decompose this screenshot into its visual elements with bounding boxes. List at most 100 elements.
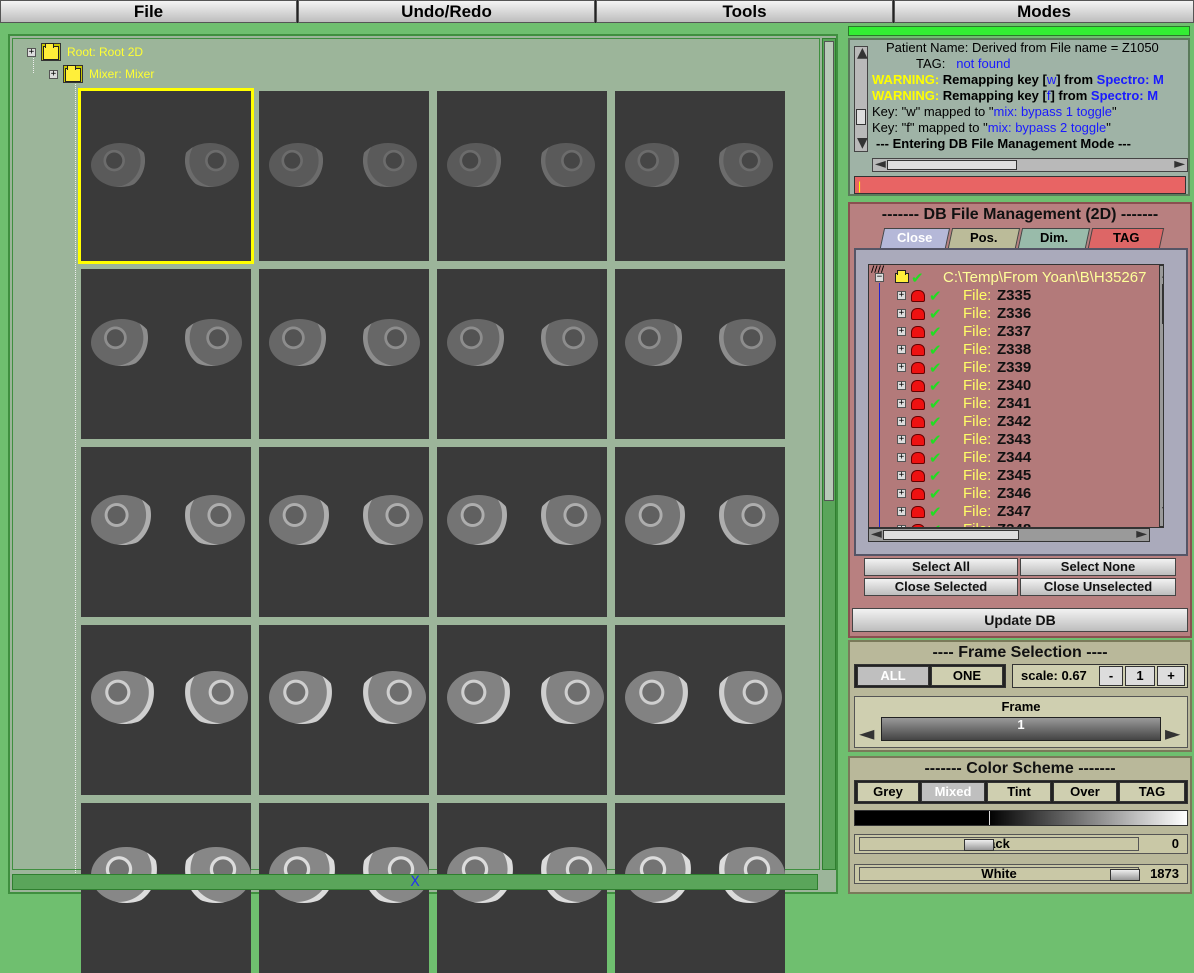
mri-slice-tile[interactable] [615, 91, 785, 261]
slider-thumb[interactable] [1110, 869, 1140, 881]
expand-icon[interactable]: + [897, 327, 906, 336]
file-row[interactable]: + ✔ File: Z341 [869, 395, 1157, 413]
tab-pos[interactable]: Pos. [947, 228, 1021, 248]
tree-root-label[interactable]: Root: Root 2D [67, 43, 143, 61]
mri-slice-tile[interactable] [78, 88, 254, 264]
mri-slice-tile[interactable] [81, 269, 251, 439]
scheme-tint-button[interactable]: Tint [987, 782, 1051, 802]
file-row[interactable]: +✔File:Z348 [869, 521, 1157, 527]
file-row[interactable]: + ✔ File: Z337 [869, 323, 1157, 341]
command-input[interactable]: | [854, 176, 1186, 194]
select-none-button[interactable]: Select None [1020, 558, 1176, 576]
scheme-mixed-button[interactable]: Mixed [921, 782, 985, 802]
menu-undo-redo[interactable]: Undo/Redo [298, 0, 595, 23]
expand-icon[interactable]: + [897, 507, 906, 516]
mri-slice-tile[interactable] [81, 625, 251, 795]
mri-slice-tile[interactable] [259, 269, 429, 439]
file-row[interactable]: + ✔ File: Z346 [869, 485, 1157, 503]
scroll-left-icon[interactable]: ◄ [871, 526, 882, 542]
mri-slice-tile[interactable] [437, 91, 607, 261]
scale-step-value[interactable]: 1 [1125, 666, 1155, 686]
expand-icon[interactable]: + [897, 489, 906, 498]
mri-slice-tile[interactable] [437, 269, 607, 439]
black-level-slider[interactable]: ack 0 [854, 834, 1188, 854]
scroll-down-icon[interactable]: ▼ [1162, 504, 1163, 520]
select-all-button[interactable]: Select All [864, 558, 1018, 576]
scrollbar-thumb[interactable] [883, 530, 1019, 540]
file-row[interactable]: + ✔ File: Z344 [869, 449, 1157, 467]
file-row[interactable]: + ✔ File: Z347 [869, 503, 1157, 521]
scheme-over-button[interactable]: Over [1053, 782, 1117, 802]
expand-icon[interactable]: + [897, 417, 906, 426]
scale-increase-button[interactable]: + [1157, 666, 1185, 686]
one-frame-button[interactable]: ONE [931, 666, 1003, 686]
white-level-slider[interactable]: White 1873 [854, 864, 1188, 884]
expand-icon[interactable]: + [897, 471, 906, 480]
menu-file[interactable]: File [0, 0, 297, 23]
file-tree-vertical-scrollbar[interactable]: ▲ ▼ [1159, 265, 1163, 527]
white-slider-track[interactable]: White [859, 867, 1140, 881]
tab-close[interactable]: Close [879, 228, 951, 248]
scroll-up-icon[interactable]: ▲ [1162, 265, 1163, 280]
scroll-up-icon[interactable]: ▲ [857, 45, 868, 61]
expand-icon[interactable]: + [897, 309, 906, 318]
close-unselected-button[interactable]: Close Unselected [1020, 578, 1176, 596]
expand-icon[interactable]: + [897, 435, 906, 444]
scrollbar-thumb[interactable] [1162, 284, 1163, 324]
all-frames-button[interactable]: ALL [857, 666, 929, 686]
mri-slice-tile[interactable] [615, 625, 785, 795]
menu-tools[interactable]: Tools [596, 0, 893, 23]
expand-icon[interactable]: + [897, 345, 906, 354]
file-row[interactable]: + ✔ File: Z342 [869, 413, 1157, 431]
log-vertical-scrollbar[interactable]: ▲ ▼ [854, 45, 868, 152]
scale-decrease-button[interactable]: - [1099, 666, 1123, 686]
expand-icon[interactable]: + [897, 363, 906, 372]
mri-slice-tile[interactable] [615, 447, 785, 617]
mri-slice-tile[interactable] [259, 447, 429, 617]
mri-slice-tile[interactable] [437, 447, 607, 617]
update-db-button[interactable]: Update DB [852, 608, 1188, 632]
black-slider-track[interactable]: ack [859, 837, 1139, 851]
vertical-scrollbar[interactable] [822, 38, 836, 870]
collapse-icon[interactable]: − [875, 273, 884, 282]
menu-modes[interactable]: Modes [894, 0, 1194, 23]
tab-tag[interactable]: TAG [1087, 228, 1165, 248]
file-row[interactable]: + ✔ File: Z345 [869, 467, 1157, 485]
scroll-down-icon[interactable]: ▼ [857, 135, 868, 151]
file-row[interactable]: + ✔ File: Z335 [869, 287, 1157, 305]
file-row[interactable]: + ✔ File: Z339 [869, 359, 1157, 377]
mri-slice-tile[interactable] [259, 625, 429, 795]
log-horizontal-scrollbar[interactable]: ◄ ► [872, 156, 1188, 172]
scheme-tag-button[interactable]: TAG [1119, 782, 1185, 802]
mri-slice-tile[interactable] [259, 91, 429, 261]
tab-dim[interactable]: Dim. [1017, 228, 1091, 248]
viewer-canvas[interactable]: + Root: Root 2D + Mixer: Mixer [12, 38, 820, 973]
frame-slider[interactable]: 1 [881, 717, 1161, 741]
frame-prev-icon[interactable]: ◄ [859, 721, 874, 745]
file-row[interactable]: + ✔ File: Z338 [869, 341, 1157, 359]
file-row[interactable]: + ✔ File: Z336 [869, 305, 1157, 323]
mri-slice-tile[interactable] [437, 625, 607, 795]
scrollbar-thumb[interactable] [856, 109, 866, 125]
expand-icon[interactable]: + [897, 453, 906, 462]
file-row[interactable]: + ✔ File: Z340 [869, 377, 1157, 395]
file-row[interactable]: + ✔ File: Z343 [869, 431, 1157, 449]
scrollbar-thumb[interactable] [887, 160, 1017, 170]
scrollbar-thumb[interactable] [824, 41, 834, 501]
tree-mixer-label[interactable]: Mixer: Mixer [89, 65, 154, 83]
scroll-left-icon[interactable]: ◄ [875, 156, 886, 172]
horizontal-scrollbar[interactable]: X [12, 874, 818, 890]
close-selected-button[interactable]: Close Selected [864, 578, 1018, 596]
mri-slice-tile[interactable] [81, 447, 251, 617]
slider-thumb[interactable] [964, 839, 994, 851]
scroll-right-icon[interactable]: ► [1136, 526, 1147, 542]
expand-icon[interactable]: + [897, 399, 906, 408]
expand-icon[interactable]: + [27, 48, 36, 57]
expand-icon[interactable]: + [897, 291, 906, 300]
scroll-right-icon[interactable]: ► [1174, 156, 1185, 172]
frame-next-icon[interactable]: ► [1165, 721, 1180, 745]
file-tree-horizontal-scrollbar[interactable]: ◄ ► [868, 526, 1150, 542]
expand-icon[interactable]: + [49, 70, 58, 79]
mri-slice-tile[interactable] [615, 269, 785, 439]
scheme-grey-button[interactable]: Grey [857, 782, 919, 802]
